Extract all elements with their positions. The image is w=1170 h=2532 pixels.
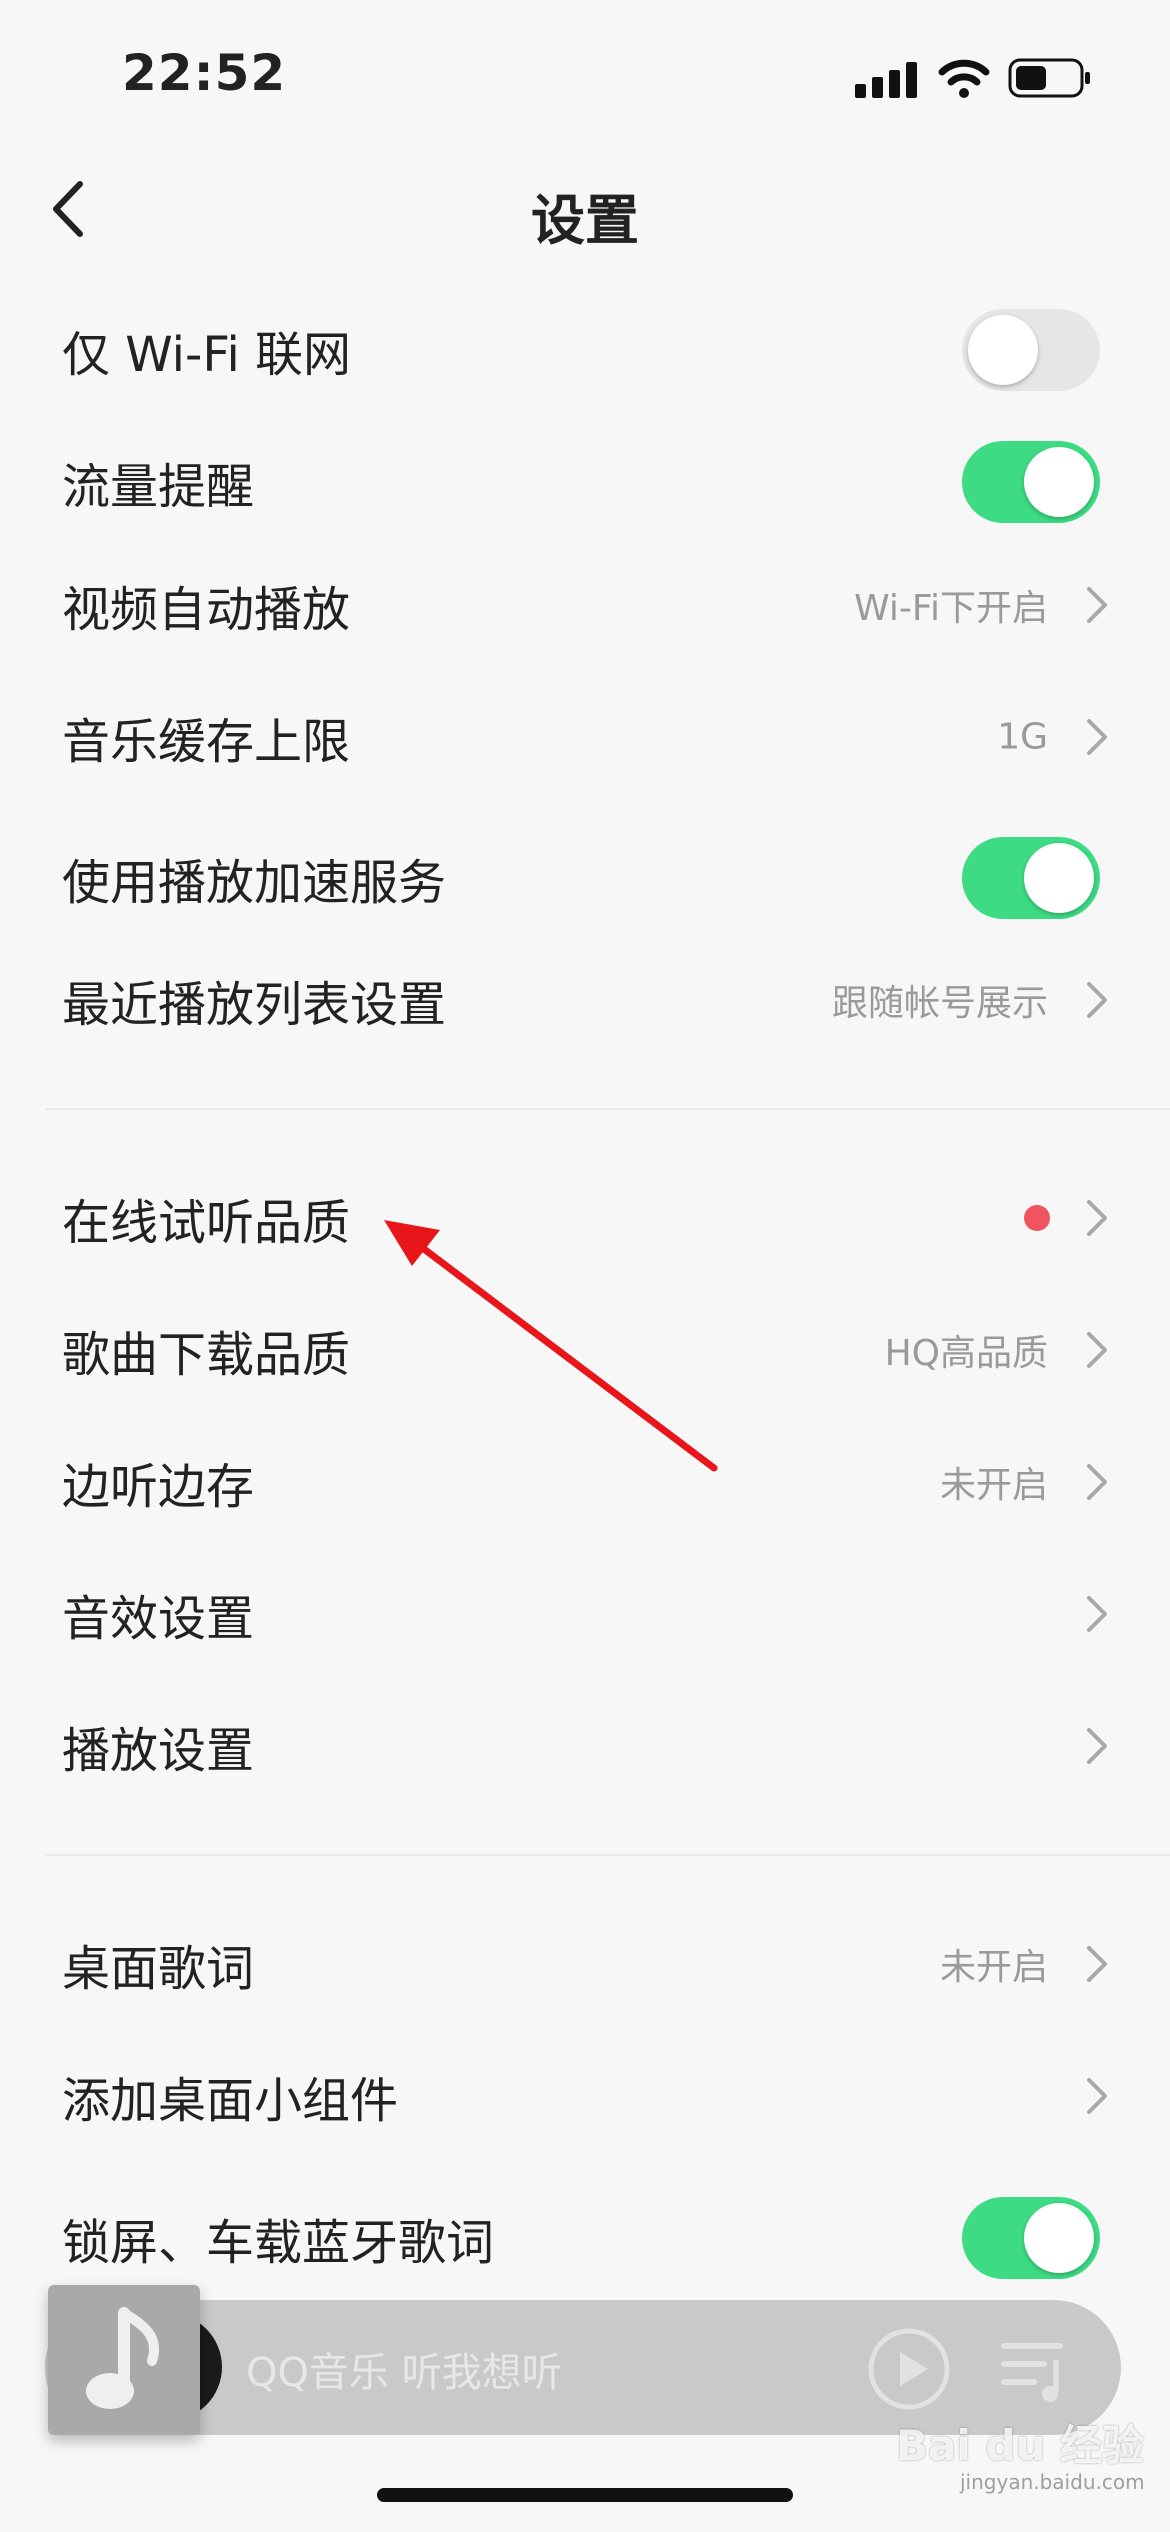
setting-add-widget[interactable]: 添加桌面小组件: [0, 2036, 1170, 2156]
wifi-icon: [938, 59, 990, 98]
setting-playback[interactable]: 播放设置: [0, 1686, 1170, 1806]
lockscreen-lyrics-toggle[interactable]: [962, 2197, 1100, 2279]
status-bar: 22:52: [0, 0, 1170, 150]
chevron-right-icon: [1087, 1728, 1107, 1764]
setting-listen-and-save[interactable]: 边听边存 未开启: [0, 1422, 1170, 1542]
setting-label: 音乐缓存上限: [62, 714, 351, 770]
chevron-right-icon: [1087, 1200, 1107, 1236]
setting-lockscreen-lyrics[interactable]: 锁屏、车载蓝牙歌词: [0, 2178, 1170, 2298]
setting-label: 锁屏、车载蓝牙歌词: [62, 2215, 495, 2271]
setting-label: 播放设置: [62, 1723, 255, 1779]
setting-recent-playlist[interactable]: 最近播放列表设置 跟随帐号展示: [0, 940, 1170, 1060]
setting-label: 流量提醒: [62, 459, 255, 515]
setting-online-quality[interactable]: 在线试听品质: [0, 1158, 1170, 1278]
setting-desktop-lyrics[interactable]: 桌面歌词 未开启: [0, 1904, 1170, 2024]
setting-sound-effects[interactable]: 音效设置: [0, 1554, 1170, 1674]
setting-video-autoplay[interactable]: 视频自动播放 Wi-Fi下开启: [0, 545, 1170, 665]
setting-playback-acceleration[interactable]: 使用播放加速服务: [0, 818, 1170, 938]
setting-label: 桌面歌词: [62, 1941, 255, 1997]
music-note-icon: [86, 2307, 159, 2409]
setting-value: HQ高品质: [884, 1333, 1048, 1374]
setting-download-quality[interactable]: 歌曲下载品质 HQ高品质: [0, 1290, 1170, 1410]
watermark-logo: Bai du 经验: [896, 2421, 1144, 2470]
setting-label: 仅 Wi-Fi 联网: [62, 327, 352, 383]
status-time: 22:52: [122, 44, 287, 102]
new-badge-dot: [1024, 1205, 1050, 1231]
setting-label: 在线试听品质: [62, 1195, 351, 1251]
setting-label: 视频自动播放: [62, 582, 351, 638]
setting-label: 最近播放列表设置: [62, 977, 447, 1033]
data-reminder-toggle[interactable]: [962, 441, 1100, 523]
chevron-right-icon: [1087, 719, 1107, 755]
album-cover[interactable]: [48, 2285, 200, 2435]
setting-value: 未开启: [939, 1465, 1048, 1506]
home-indicator[interactable]: [377, 2488, 793, 2502]
wifi-only-toggle[interactable]: [962, 309, 1100, 391]
setting-label: 使用播放加速服务: [62, 855, 447, 911]
setting-label: 音效设置: [62, 1591, 255, 1647]
mini-player-title: QQ音乐 听我想听: [246, 2350, 562, 2396]
page-title: 设置: [531, 189, 639, 252]
setting-value: 跟随帐号展示: [831, 983, 1048, 1024]
chevron-right-icon: [1087, 2078, 1107, 2114]
chevron-right-icon: [1087, 982, 1107, 1018]
setting-label: 添加桌面小组件: [62, 2073, 399, 2129]
chevron-right-icon: [1087, 1946, 1107, 1982]
setting-cache-limit[interactable]: 音乐缓存上限 1G: [0, 677, 1170, 797]
setting-wifi-only[interactable]: 仅 Wi-Fi 联网: [0, 290, 1170, 410]
setting-label: 歌曲下载品质: [62, 1327, 351, 1383]
setting-value: 1G: [997, 716, 1048, 758]
setting-value: Wi-Fi下开启: [854, 588, 1048, 629]
section-divider: [45, 1108, 1170, 1110]
setting-value: 未开启: [939, 1947, 1048, 1988]
playlist-icon[interactable]: [1000, 2332, 1070, 2406]
watermark-url: jingyan.baidu.com: [960, 2470, 1145, 2494]
playback-acceleration-toggle[interactable]: [962, 837, 1100, 919]
setting-label: 边听边存: [62, 1459, 255, 1515]
chevron-right-icon: [1087, 1332, 1107, 1368]
section-divider: [45, 1854, 1170, 1856]
chevron-right-icon: [1087, 587, 1107, 623]
navigation-bar: 设置: [0, 150, 1170, 270]
chevron-right-icon: [1087, 1464, 1107, 1500]
chevron-right-icon: [1087, 1596, 1107, 1632]
setting-data-reminder[interactable]: 流量提醒: [0, 422, 1170, 542]
battery-icon: [1008, 58, 1090, 98]
play-icon[interactable]: [866, 2326, 952, 2412]
cellular-signal-icon: [855, 62, 917, 98]
